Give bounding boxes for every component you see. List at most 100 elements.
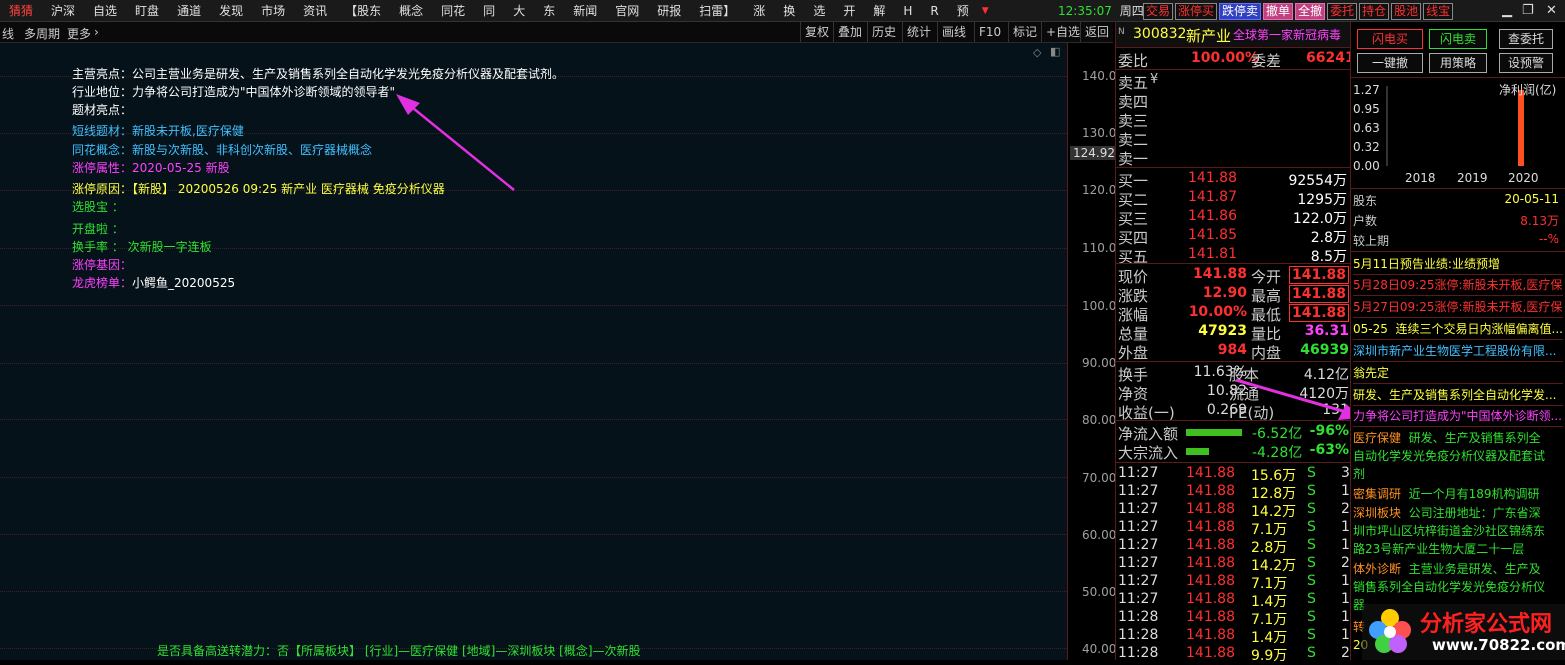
strategy-button[interactable]: 用策略 bbox=[1429, 53, 1487, 73]
flash-buy-button[interactable]: 闪电买 bbox=[1357, 29, 1423, 49]
price-tick: 90.00 bbox=[1082, 356, 1117, 370]
menu-item[interactable]: 同 bbox=[474, 0, 504, 22]
overlay-button[interactable]: 叠加 bbox=[833, 22, 866, 42]
sell-level[interactable]: 卖一 bbox=[1116, 148, 1351, 168]
news-item[interactable]: 5月11日预告业绩:业绩预增 bbox=[1353, 255, 1563, 275]
quick-button[interactable]: 线宝 bbox=[1423, 3, 1454, 20]
menu-item[interactable]: 资讯 bbox=[294, 0, 336, 22]
stat-row: 外盘 984 内盘 46939 bbox=[1118, 342, 1349, 362]
add-watchlist-button[interactable]: +自选 bbox=[1041, 22, 1084, 42]
clock-time: 12:35:07 bbox=[1058, 4, 1112, 18]
draw-line-button[interactable]: 画线 bbox=[937, 22, 970, 42]
profit-bar bbox=[1518, 90, 1524, 166]
tag-ivd: 体外诊断 主营业务是研发、生产及 bbox=[1353, 562, 1541, 576]
alert-button[interactable]: 设预警 bbox=[1499, 53, 1553, 73]
flash-sell-button[interactable]: 闪电卖 bbox=[1429, 29, 1487, 49]
tab-more[interactable]: 更多 bbox=[67, 25, 91, 42]
business-summary[interactable]: 研发、生产及销售系列全自动化学发... bbox=[1353, 386, 1563, 406]
price-axis: 140.0 130.0 120.0 110.0 100.0 90.00 80.00 70.00… bbox=[1067, 43, 1118, 660]
history-button[interactable]: 历史 bbox=[867, 22, 900, 42]
quick-button[interactable]: 跌停卖 bbox=[1219, 3, 1262, 20]
menu-item[interactable]: 【股东 bbox=[336, 0, 390, 22]
buy-level[interactable]: 买四 141.85 2.8万 bbox=[1116, 227, 1351, 247]
buy-level[interactable]: 买三 141.86 122.0万 bbox=[1116, 208, 1351, 228]
tab-multi-period[interactable]: 多周期 bbox=[24, 25, 60, 42]
company-name[interactable]: 深圳市新产业生物医学工程股份有限... bbox=[1353, 342, 1563, 362]
tick-row: 11:27 141.88 7.1万 S 1 bbox=[1118, 573, 1350, 592]
news-item[interactable]: 5月28日09:25涨停:新股未开板,医疗保... bbox=[1353, 276, 1563, 296]
price-tick: 130.0 bbox=[1082, 126, 1117, 140]
flower-logo bbox=[1369, 609, 1411, 653]
menu-item[interactable]: 官网 bbox=[606, 0, 648, 22]
sell-level[interactable]: 卖四 bbox=[1116, 91, 1351, 111]
profit-ytick: 1.27 bbox=[1353, 83, 1380, 97]
chart-area[interactable]: ◇ ◧ 主营亮点：公司主营业务是研发、生产及销售系列全自动化学发光免疫分析仪器及… bbox=[0, 43, 1067, 660]
minimize-icon[interactable]: ▁ bbox=[1502, 0, 1512, 22]
menu-item[interactable]: 解 bbox=[864, 0, 894, 22]
quick-button[interactable]: 涨停买 bbox=[1175, 3, 1218, 20]
news-item[interactable]: 05-25 连续三个交易日内涨幅偏离值... bbox=[1353, 320, 1563, 340]
back-button[interactable]: 返回 bbox=[1080, 22, 1113, 42]
menu-item[interactable]: 预 bbox=[948, 0, 978, 22]
price-tick: 140.0 bbox=[1082, 69, 1117, 83]
quick-button[interactable]: 委托 bbox=[1327, 3, 1358, 20]
mark-button[interactable]: 标记 bbox=[1008, 22, 1041, 42]
menu-item[interactable]: 换 bbox=[774, 0, 804, 22]
f10-button[interactable]: F10 bbox=[974, 22, 1005, 42]
menu-item[interactable]: 通道 bbox=[168, 0, 210, 22]
menu-item[interactable]: H bbox=[894, 0, 921, 22]
price-tick: 40.00 bbox=[1082, 642, 1117, 656]
query-orders-button[interactable]: 查委托 bbox=[1499, 29, 1553, 49]
sell-level[interactable]: 卖三 bbox=[1116, 110, 1351, 130]
quick-trade-buttons: 交易 涨停买 跌停卖 撤单 全撤 委托 持仓 股池 线宝 bbox=[1143, 3, 1454, 20]
price-tick: 80.00 bbox=[1082, 413, 1117, 427]
quick-button[interactable]: 撤单 bbox=[1263, 3, 1294, 20]
menu-item[interactable]: R bbox=[921, 0, 947, 22]
buy-level[interactable]: 买二 141.87 1295万 bbox=[1116, 189, 1351, 209]
position-summary[interactable]: 力争将公司打造成为"中国体外诊断领... bbox=[1353, 407, 1563, 427]
menu-item[interactable]: 大 bbox=[504, 0, 534, 22]
menu-item[interactable]: 同花 bbox=[432, 0, 474, 22]
buy-level[interactable]: 买一 141.88 92554万 bbox=[1116, 170, 1351, 190]
tick-row: 11:28 141.88 1.4万 S 1 bbox=[1118, 627, 1350, 646]
menu-item[interactable]: 盯盘 bbox=[126, 0, 168, 22]
menu-item[interactable]: 猜猜 bbox=[0, 0, 42, 22]
quick-button[interactable]: 股池 bbox=[1391, 3, 1422, 20]
chairman[interactable]: 翁先定 bbox=[1353, 364, 1563, 384]
close-icon[interactable]: ✕ bbox=[1546, 0, 1557, 22]
holders-count-row: 户数 8.13万 bbox=[1353, 214, 1559, 228]
news-item[interactable]: 5月27日09:25涨停:新股未开板,医疗保... bbox=[1353, 298, 1563, 318]
menu-item[interactable]: 研报 bbox=[648, 0, 690, 22]
menu-item[interactable]: 发现 bbox=[210, 0, 252, 22]
menu-item[interactable]: 自选 bbox=[84, 0, 126, 22]
quick-button[interactable]: 全撤 bbox=[1295, 3, 1326, 20]
stats-button[interactable]: 统计 bbox=[902, 22, 935, 42]
tick-row: 11:28 141.88 7.1万 S 1 bbox=[1118, 609, 1350, 628]
cancel-all-button[interactable]: 一键撤 bbox=[1357, 53, 1423, 73]
fuquan-button[interactable]: 复权 bbox=[800, 22, 833, 42]
chevron-right-icon[interactable]: › bbox=[94, 25, 99, 39]
tag-healthcare-line: 自动化学发光免疫分析仪器及配套试 bbox=[1353, 449, 1546, 463]
tab-line[interactable]: 线 bbox=[2, 25, 14, 42]
tick-row: 11:27 141.88 2.8万 S 1 bbox=[1118, 537, 1350, 556]
restore-icon[interactable]: ❐ bbox=[1522, 0, 1534, 22]
menu-item[interactable]: 涨 bbox=[744, 0, 774, 22]
clock: 12:35:07 周四 bbox=[1058, 0, 1148, 22]
menu-item[interactable]: 沪深 bbox=[42, 0, 84, 22]
tag-shenzhen: 深圳板块 公司注册地址：广东省深 bbox=[1353, 506, 1541, 520]
sell-level[interactable]: 卖五 ¥ bbox=[1116, 72, 1351, 92]
menu-arrow-icon[interactable]: ▼ bbox=[978, 0, 993, 22]
menu-item[interactable]: 市场 bbox=[252, 0, 294, 22]
menu-item[interactable]: 概念 bbox=[390, 0, 432, 22]
sell-level[interactable]: 卖二 bbox=[1116, 129, 1351, 149]
tick-row: 11:27 141.88 15.6万 S 3 bbox=[1118, 465, 1350, 484]
menu-item[interactable]: 扫雷】 bbox=[690, 0, 744, 22]
menu-item[interactable]: 新闻 bbox=[564, 0, 606, 22]
quick-button[interactable]: 持仓 bbox=[1359, 3, 1390, 20]
annotation-arrow-2 bbox=[1235, 378, 1362, 420]
net-profit-chart: 1.27 0.95 0.63 0.32 0.00 2018 2019 2020 净利润(亿) bbox=[1353, 82, 1556, 185]
menu-item[interactable]: 东 bbox=[534, 0, 564, 22]
menu-item[interactable]: 开 bbox=[834, 0, 864, 22]
menu-item[interactable]: 选 bbox=[804, 0, 834, 22]
quick-button[interactable]: 交易 bbox=[1143, 3, 1174, 20]
